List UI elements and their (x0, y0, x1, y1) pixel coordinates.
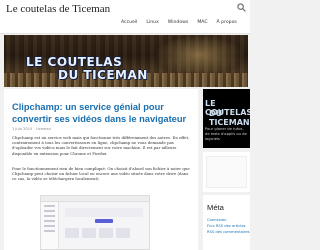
sidebar-widget (203, 152, 250, 192)
post-date[interactable]: 1 juin 2015 (12, 127, 32, 131)
post-meta: 1 juin 2015 ticeman (12, 127, 51, 131)
search-icon[interactable] (237, 3, 246, 12)
menu-item-accueil[interactable]: Accueil (118, 18, 140, 30)
banner-title-line1: LE COUTELAS (26, 55, 123, 69)
meta-links: Connexion Flux RSS des articles RSS des … (207, 217, 250, 236)
banner-title-line2: DU TICEMAN (58, 68, 148, 82)
post-author[interactable]: ticeman (36, 127, 51, 131)
header-banner: LE COUTELAS DU TICEMAN (4, 35, 248, 87)
menu-item-linux[interactable]: Linux (143, 18, 161, 30)
banner-lamp-glow (154, 35, 244, 75)
site-header: Le coutelas de Ticeman Accueil Linux Win… (0, 0, 250, 34)
post-paragraph: Clipchamp est un service web mais qui fo… (12, 135, 190, 156)
post-paragraph: Pour le fonctionnement rien de bien comp… (12, 166, 190, 182)
screenshot-sidebar (41, 202, 59, 249)
main-menu: Accueil Linux Windows MAC À propos (118, 18, 240, 30)
sidebar-ad-placeholder (206, 156, 247, 188)
screenshot-cards (65, 228, 130, 238)
meta-widget: Méta Connexion Flux RSS des articles RSS… (203, 195, 250, 250)
post-title[interactable]: Clipchamp: un service génial pour conver… (12, 101, 192, 125)
meta-widget-title: Méta (207, 203, 224, 212)
sidebar-tagline: Pour glaner de tutos, de tests d'applis … (205, 127, 247, 141)
article: Clipchamp: un service génial pour conver… (4, 89, 198, 250)
menu-item-mac[interactable]: MAC (194, 18, 210, 30)
screenshot-hero (65, 208, 143, 217)
screenshot-cta (95, 219, 113, 223)
post-screenshot (40, 195, 150, 250)
menu-item-a-propos[interactable]: À propos (214, 18, 240, 30)
sidebar-logo-widget: LE COUTELAS DU TICEMAN Pour glaner de tu… (203, 89, 250, 148)
sidebar: LE COUTELAS DU TICEMAN Pour glaner de tu… (203, 89, 250, 250)
menu-item-windows[interactable]: Windows (165, 18, 192, 30)
meta-link-rss-comments[interactable]: RSS des commentaires (207, 229, 250, 235)
sidebar-logo-line2: DU TICEMAN (209, 109, 250, 127)
site-title[interactable]: Le coutelas de Ticeman (6, 3, 110, 15)
